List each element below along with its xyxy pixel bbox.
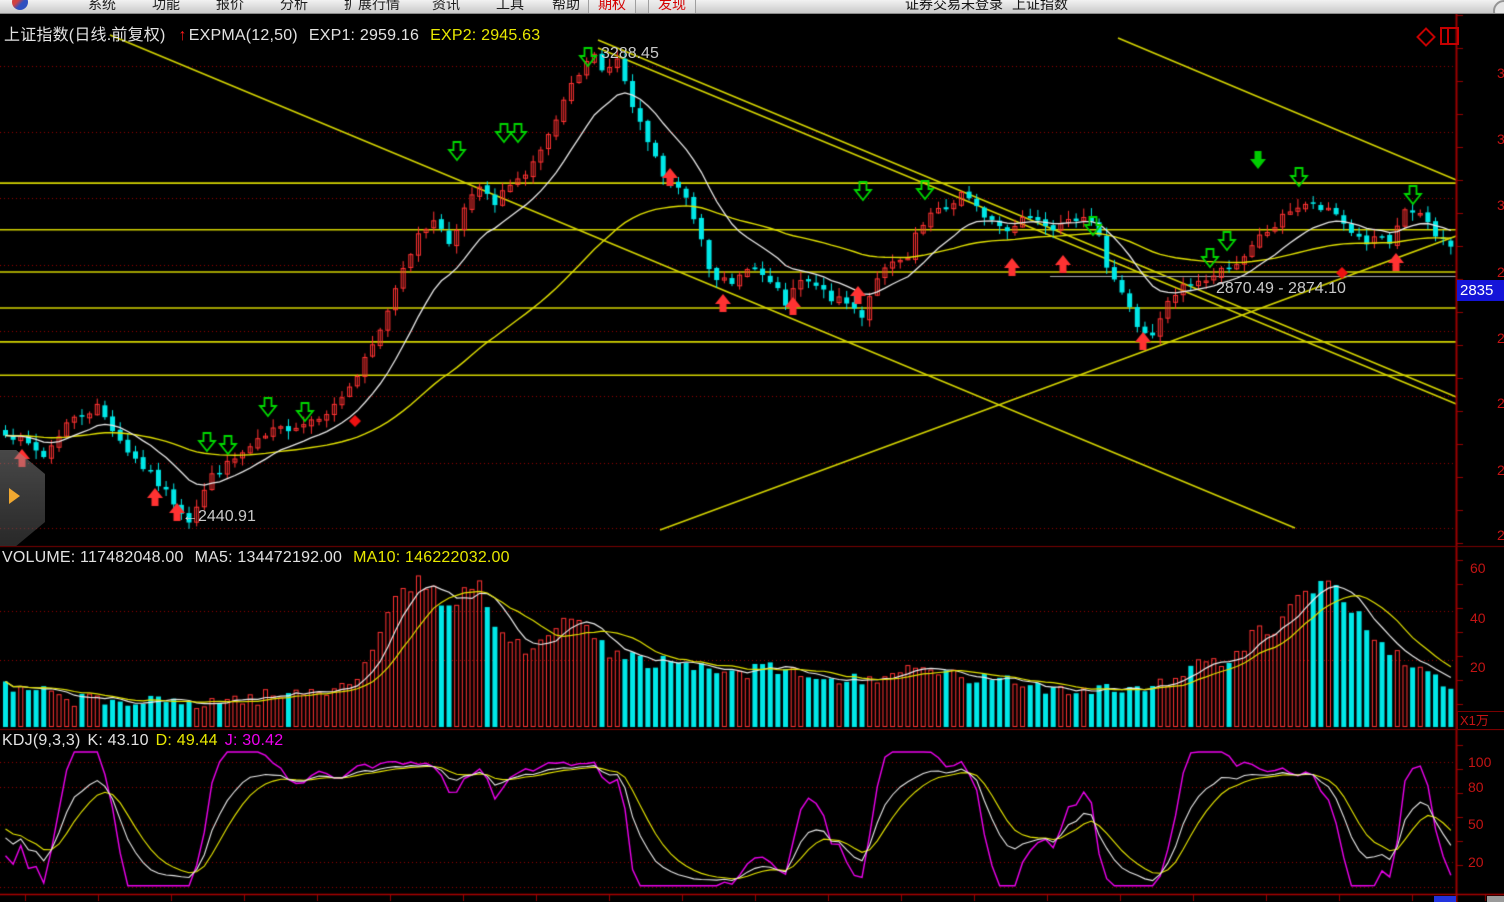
menu-item-3[interactable]: 分析 (280, 0, 308, 14)
range-price-label: 2870.49 - 2874.10 (1216, 280, 1346, 298)
volume-axis-label: 60 (1470, 561, 1486, 575)
volume-indicator-header: VOLUME: 117482048.00 MA5: 134472192.00 MA1… (2, 549, 510, 567)
expand-arrow-icon (9, 488, 20, 504)
volume-axis-label: 20 (1470, 660, 1486, 674)
menu-item-hot-0[interactable]: 期权 (588, 0, 636, 14)
main-axis-digit: 2 (1497, 265, 1504, 279)
kdj-j-value: J: 30.42 (225, 732, 284, 749)
peak-price-label: 3288.45 (601, 45, 659, 63)
up-arrow-icon: ↑ (179, 27, 187, 44)
chart-canvas[interactable] (0, 0, 1504, 902)
kdj-axis-label: 50 (1468, 817, 1484, 831)
resize-corner[interactable] (1487, 896, 1504, 902)
volume-ma10-value: MA10: 146222032.00 (353, 549, 510, 566)
kdj-axis-label: 80 (1468, 780, 1484, 794)
kdj-d-value: D: 49.44 (156, 732, 218, 749)
menu-item-5[interactable]: 资讯 (432, 0, 460, 14)
expma-label[interactable]: EXPMA(12,50) (189, 27, 298, 44)
menu-item-4[interactable]: 扩展行情 (344, 0, 400, 14)
menu-item-2[interactable]: 报价 (216, 0, 244, 14)
chart-title: 上证指数(日线.前复权) (4, 27, 166, 44)
exp1-value: EXP1: 2959.16 (309, 27, 419, 44)
main-axis-digit: 2 (1497, 463, 1504, 477)
menu-item-0[interactable]: 系统 (88, 0, 116, 14)
kdj-axis-label: 20 (1468, 855, 1484, 869)
login-status-label[interactable]: 证券交易未登录 (905, 0, 1003, 14)
window-pill-button[interactable] (1493, 0, 1504, 14)
scrollbar-thumb[interactable] (1434, 896, 1456, 902)
main-axis-digit: 3 (1497, 132, 1504, 146)
menu-item-6[interactable]: 工具 (496, 0, 524, 14)
app-window: 系统 功能 报价 分析 扩展行情 资讯 工具 帮助期权发现 证券交易未登录 上证指数 上证指数… (0, 0, 1504, 902)
trough-price-label: ←2440.91 (182, 508, 256, 526)
volume-axis-label: 40 (1470, 611, 1486, 625)
main-axis-digit: 2 (1497, 396, 1504, 410)
main-axis-digit: 2 (1497, 528, 1504, 542)
kdj-k-value: K: 43.10 (87, 732, 148, 749)
menu-item-7[interactable]: 帮助 (552, 0, 580, 14)
current-symbol-label[interactable]: 上证指数 (1012, 0, 1068, 14)
menu-bar: 系统 功能 报价 分析 扩展行情 资讯 工具 帮助期权发现 证券交易未登录 上证指数 (0, 0, 1504, 14)
menu-item-hot-1[interactable]: 发现 (648, 0, 696, 14)
volume-multiplier-label: X1万 (1457, 711, 1504, 730)
price-badge: 2835 (1457, 280, 1504, 301)
menu-item-1[interactable]: 功能 (152, 0, 180, 14)
kdj-indicator-header: KDJ(9,3,3) K: 43.10 D: 49.44 J: 30.42 (2, 732, 283, 750)
window-split-icon[interactable] (1440, 27, 1459, 45)
exp2-value: EXP2: 2945.63 (430, 27, 540, 44)
app-logo-icon[interactable] (12, 0, 28, 10)
main-axis-digit: 2 (1497, 331, 1504, 345)
kdj-label[interactable]: KDJ(9,3,3) (2, 732, 80, 749)
main-axis-digit: 3 (1497, 66, 1504, 80)
kdj-axis-label: 100 (1468, 755, 1491, 769)
volume-value[interactable]: VOLUME: 117482048.00 (2, 549, 184, 566)
volume-ma5-value: MA5: 134472192.00 (195, 549, 343, 566)
main-indicator-header: 上证指数(日线.前复权) ↑EXPMA(12,50) EXP1: 2959.16 EX… (4, 21, 540, 45)
main-axis-digit: 3 (1497, 198, 1504, 212)
